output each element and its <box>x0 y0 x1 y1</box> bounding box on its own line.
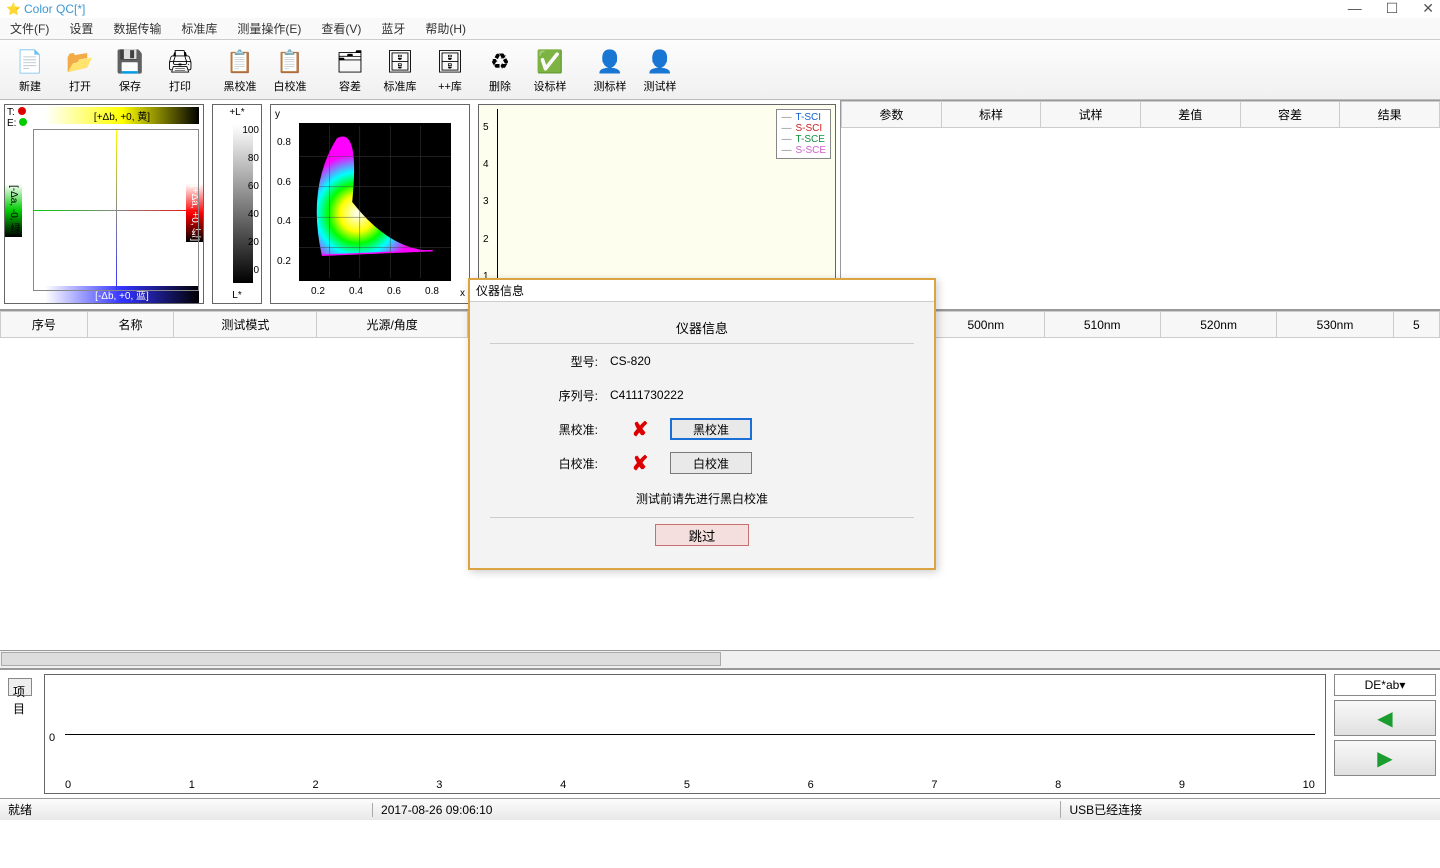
app-icon: ⭐ <box>6 2 20 16</box>
black-cal-button[interactable]: 黑校准 <box>670 418 752 440</box>
menu-设置[interactable]: 设置 <box>65 18 97 39</box>
toolbar-测试样[interactable]: 👤测试样 <box>636 43 684 97</box>
serial-label: 序列号: <box>490 387 610 404</box>
toolbar: 📄新建📂打开💾保存🖨打印📋黑校准📋白校准🗂容差🗄标准库🗄++库♻删除✅设标样👤测… <box>0 40 1440 100</box>
summary-col-标样[interactable]: 标样 <box>941 102 1041 128</box>
grid-col-测试模式[interactable]: 测试模式 <box>174 312 317 338</box>
lab-top-label: [+Δb, +0, 黄] <box>45 107 199 124</box>
prev-button[interactable]: ◀ <box>1334 700 1436 736</box>
title-bar: ⭐ Color QC[*] — ☐ ✕ <box>0 0 1440 18</box>
status-connection: USB已经连接 <box>1060 801 1150 818</box>
删除-icon: ♻ <box>484 46 516 78</box>
cie-gamut <box>299 123 451 281</box>
toolbar-设标样[interactable]: ✅设标样 <box>526 43 574 97</box>
grid-col-名称[interactable]: 名称 <box>87 312 174 338</box>
close-button[interactable]: ✕ <box>1422 0 1434 17</box>
lstar-panel: +L* L* 100806040200 <box>212 104 262 304</box>
spectral-panel: 12345 — T-SCI— S-SCI— T-SCE— S-SCE <box>478 104 836 304</box>
打开-icon: 📂 <box>64 46 96 78</box>
summary-col-结果[interactable]: 结果 <box>1340 102 1440 128</box>
标准库-icon: 🗄 <box>384 46 416 78</box>
model-value: CS-820 <box>610 354 750 368</box>
arrow-right-icon: ▶ <box>1377 746 1392 771</box>
grid-col-500nm[interactable]: 500nm <box>928 312 1044 338</box>
lab-left-label: [-Δa, -0, 绿] <box>5 184 22 237</box>
white-cal-button[interactable]: 白校准 <box>670 452 752 474</box>
delta-e-mode-dropdown[interactable]: DE*ab ▾ <box>1334 674 1436 696</box>
grid-col-光源/角度[interactable]: 光源/角度 <box>317 312 468 338</box>
黑校准-icon: 📋 <box>224 46 256 78</box>
serial-value: C4111730222 <box>610 388 750 402</box>
delta-e-chart: 0 012345678910 <box>44 674 1326 794</box>
menu-bar: 文件(F) 设置数据传输标准库测量操作(E) 查看(V) 蓝牙帮助(H) <box>0 18 1440 40</box>
grid-col-530nm[interactable]: 530nm <box>1277 312 1393 338</box>
black-cal-label: 黑校准: <box>490 421 610 438</box>
toolbar-测标样[interactable]: 👤测标样 <box>586 43 634 97</box>
white-cal-status-icon: ✘ <box>610 451 670 476</box>
app-title: Color QC[*] <box>24 2 85 16</box>
toolbar-删除[interactable]: ♻删除 <box>476 43 524 97</box>
instrument-info-dialog: 仪器信息 仪器信息 型号: CS-820 序列号: C4111730222 黑校… <box>468 278 936 570</box>
测标样-icon: 👤 <box>594 46 626 78</box>
h-scrollbar[interactable] <box>1 652 721 666</box>
dialog-title: 仪器信息 <box>470 280 934 302</box>
menu-测量操作(E)[interactable]: 测量操作(E) <box>233 18 305 39</box>
toolbar-++库[interactable]: 🗄++库 <box>426 43 474 97</box>
summary-col-参数[interactable]: 参数 <box>842 102 942 128</box>
menu-数据传输[interactable]: 数据传输 <box>109 18 165 39</box>
status-bar: 就绪 2017-08-26 09:06:10 USB已经连接 <box>0 798 1440 820</box>
++库-icon: 🗄 <box>434 46 466 78</box>
menu-标准库[interactable]: 标准库 <box>177 18 221 39</box>
menu-帮助(H)[interactable]: 帮助(H) <box>421 18 470 39</box>
toolbar-打印[interactable]: 🖨打印 <box>156 43 204 97</box>
dialog-message: 测试前请先进行黑白校准 <box>490 480 914 517</box>
grid-col-520nm[interactable]: 520nm <box>1160 312 1276 338</box>
lab-color-panel: T: E: [+Δb, +0, 黄] [-Δb, +0, 蓝] [-Δa, -0… <box>4 104 204 304</box>
打印-icon: 🖨 <box>164 46 196 78</box>
lstar-gradient <box>233 125 253 283</box>
model-label: 型号: <box>490 353 610 370</box>
status-time: 2017-08-26 09:06:10 <box>372 803 500 817</box>
lab-quadrant <box>33 129 199 291</box>
toolbar-打开[interactable]: 📂打开 <box>56 43 104 97</box>
toolbar-容差[interactable]: 🗂容差 <box>326 43 374 97</box>
dialog-heading: 仪器信息 <box>490 312 914 343</box>
black-cal-status-icon: ✘ <box>610 417 670 442</box>
spectral-legend: — T-SCI— S-SCI— T-SCE— S-SCE <box>776 109 831 159</box>
summary-col-试样[interactable]: 试样 <box>1041 102 1141 128</box>
maximize-button[interactable]: ☐ <box>1386 0 1399 17</box>
新建-icon: 📄 <box>14 46 46 78</box>
白校准-icon: 📋 <box>274 46 306 78</box>
summary-col-差值[interactable]: 差值 <box>1140 102 1240 128</box>
toolbar-黑校准[interactable]: 📋黑校准 <box>216 43 264 97</box>
grid-col-5[interactable]: 5 <box>1393 312 1439 338</box>
保存-icon: 💾 <box>114 46 146 78</box>
bottom-section-label[interactable]: 项目 <box>8 678 32 696</box>
toolbar-白校准[interactable]: 📋白校准 <box>266 43 314 97</box>
grid-col-510nm[interactable]: 510nm <box>1044 312 1160 338</box>
arrow-left-icon: ◀ <box>1377 706 1392 731</box>
cie-chromaticity-panel: x y <box>270 104 470 304</box>
toolbar-新建[interactable]: 📄新建 <box>6 43 54 97</box>
minimize-button[interactable]: — <box>1348 0 1362 17</box>
grid-col-序号[interactable]: 序号 <box>1 312 88 338</box>
summary-col-容差[interactable]: 容差 <box>1240 102 1340 128</box>
white-cal-label: 白校准: <box>490 455 610 472</box>
bottom-y-tick: 0 <box>49 732 55 744</box>
menu-蓝牙[interactable]: 蓝牙 <box>377 18 409 39</box>
menu-查看(V)[interactable]: 查看(V) <box>317 18 365 39</box>
测试样-icon: 👤 <box>644 46 676 78</box>
toolbar-保存[interactable]: 💾保存 <box>106 43 154 97</box>
skip-button[interactable]: 跳过 <box>655 524 749 546</box>
next-button[interactable]: ▶ <box>1334 740 1436 776</box>
bottom-chart-area: 项目 0 012345678910 DE*ab ▾ ◀ ▶ <box>0 668 1440 798</box>
容差-icon: 🗂 <box>334 46 366 78</box>
toolbar-标准库[interactable]: 🗄标准库 <box>376 43 424 97</box>
status-ready: 就绪 <box>8 801 32 818</box>
menu-文件(F)[interactable]: 文件(F) <box>6 18 53 39</box>
设标样-icon: ✅ <box>534 46 566 78</box>
